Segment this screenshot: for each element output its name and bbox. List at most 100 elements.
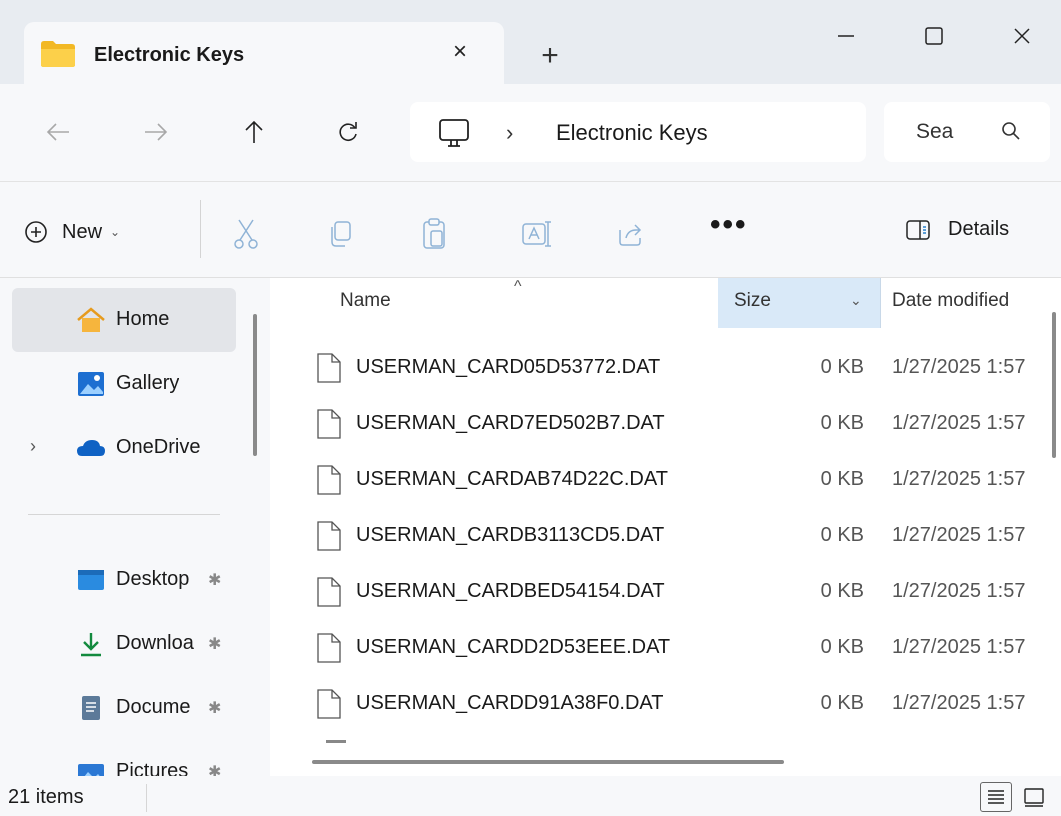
sidebar-item-pictures[interactable]: Pictures ✱: [12, 740, 236, 776]
file-icon: [317, 633, 341, 663]
desktop-icon: [78, 570, 104, 590]
file-name: USERMAN_CARDAB74D22C.DAT: [356, 468, 668, 490]
file-size: 0 KB: [820, 580, 864, 602]
file-date: 1/27/2025 1:57: [892, 692, 1026, 714]
table-row[interactable]: USERMAN_CARDD2D53EEE.DAT 0 KB 1/27/2025 …: [270, 620, 1061, 676]
tab-title: Electronic Keys: [94, 44, 245, 66]
file-icon: [317, 465, 341, 495]
file-size: 0 KB: [820, 692, 864, 714]
file-date: 1/27/2025 1:57: [892, 524, 1026, 546]
vertical-scrollbar[interactable]: [1052, 312, 1056, 458]
file-name: USERMAN_CARD7ED502B7.DAT: [356, 412, 665, 434]
sidebar-item-gallery[interactable]: Gallery: [12, 352, 236, 416]
new-label: New: [62, 220, 103, 243]
table-row[interactable]: USERMAN_CARDBED54154.DAT 0 KB 1/27/2025 …: [270, 564, 1061, 620]
share-icon: [619, 224, 642, 246]
new-tab-button[interactable]: +: [530, 38, 570, 74]
sidebar-item-downloads[interactable]: Downloa ✱: [12, 612, 236, 676]
new-button[interactable]: New ⌄: [24, 212, 120, 252]
tab-close-button[interactable]: ×: [444, 36, 476, 68]
sidebar-item-label: Home: [116, 308, 170, 330]
status-divider: [146, 784, 147, 812]
cut-button[interactable]: [230, 218, 262, 250]
partial-file-icon: [326, 740, 346, 743]
file-name: USERMAN_CARD05D53772.DAT: [356, 356, 661, 378]
address-bar[interactable]: › Electronic Keys: [410, 102, 866, 162]
navigation-pane: Home Gallery › OneDrive Desktop ✱ Downlo…: [0, 278, 270, 776]
breadcrumb-current[interactable]: Electronic Keys: [556, 120, 708, 146]
refresh-button[interactable]: [326, 110, 370, 154]
details-label: Details: [948, 218, 1010, 240]
file-date: 1/27/2025 1:57: [892, 636, 1026, 658]
sidebar-item-label: Desktop: [116, 568, 190, 590]
file-date: 1/27/2025 1:57: [892, 580, 1026, 602]
sidebar-item-documents[interactable]: Docume ✱: [12, 676, 236, 740]
paste-icon: [423, 218, 445, 249]
this-pc-icon: [439, 119, 469, 147]
title-bar: Electronic Keys × +: [0, 0, 1061, 84]
cloud-icon: [77, 440, 105, 456]
command-bar: New ⌄ ••• Details: [0, 182, 1061, 278]
maximize-icon: [925, 27, 943, 45]
document-icon: [82, 696, 100, 720]
forward-button[interactable]: [134, 110, 178, 154]
column-dropdown-icon[interactable]: ⌄: [850, 292, 862, 309]
up-button[interactable]: [232, 110, 276, 154]
back-button[interactable]: [36, 110, 80, 154]
file-size: 0 KB: [820, 356, 864, 378]
paste-button[interactable]: [418, 218, 450, 250]
file-size: 0 KB: [820, 524, 864, 546]
details-button[interactable]: Details: [906, 218, 1009, 241]
chevron-down-icon: ⌄: [110, 225, 121, 239]
file-list: ^ Name Size ⌄ Date modified USERMAN_CARD…: [270, 278, 1061, 776]
sidebar-item-label: OneDrive: [116, 436, 201, 458]
preview-view-icon: [1024, 788, 1044, 807]
minimize-icon: [838, 35, 854, 37]
details-view-button[interactable]: [980, 782, 1012, 812]
copy-icon: [331, 221, 351, 247]
tab-electronic-keys[interactable]: Electronic Keys ×: [24, 22, 504, 84]
rename-icon: [522, 221, 551, 247]
more-options-button[interactable]: •••: [710, 208, 748, 242]
column-header-date[interactable]: Date modified: [892, 290, 1009, 312]
table-row[interactable]: USERMAN_CARDAB74D22C.DAT 0 KB 1/27/2025 …: [270, 452, 1061, 508]
table-row[interactable]: USERMAN_CARDD91A38F0.DAT 0 KB 1/27/2025 …: [270, 676, 1061, 732]
arrow-left-icon: [46, 123, 69, 141]
expand-chevron-icon[interactable]: ›: [30, 436, 36, 457]
sidebar-scrollbar[interactable]: [253, 314, 257, 456]
table-row[interactable]: USERMAN_CARD7ED502B7.DAT 0 KB 1/27/2025 …: [270, 396, 1061, 452]
file-name: USERMAN_CARDD2D53EEE.DAT: [356, 636, 671, 658]
file-date: 1/27/2025 1:57: [892, 412, 1026, 434]
pin-icon: ✱: [208, 572, 222, 589]
file-size: 0 KB: [820, 468, 864, 490]
table-row[interactable]: USERMAN_CARD05D53772.DAT 0 KB 1/27/2025 …: [270, 340, 1061, 396]
sort-ascending-icon: ^: [514, 278, 522, 295]
search-input[interactable]: Sea: [884, 102, 1050, 162]
column-header-name[interactable]: Name: [340, 290, 391, 312]
column-header-size[interactable]: Size: [734, 290, 771, 312]
sidebar-item-desktop[interactable]: Desktop ✱: [12, 548, 236, 612]
pin-icon: ✱: [208, 764, 222, 776]
file-size: 0 KB: [820, 412, 864, 434]
close-window-button[interactable]: [994, 14, 1050, 58]
rename-button[interactable]: [520, 218, 552, 250]
table-row[interactable]: USERMAN_CARDB3113CD5.DAT 0 KB 1/27/2025 …: [270, 508, 1061, 564]
horizontal-scrollbar[interactable]: [312, 760, 784, 764]
tiles-view-button[interactable]: [1018, 782, 1050, 812]
file-name: USERMAN_CARDBED54154.DAT: [356, 580, 665, 602]
file-name: USERMAN_CARDD91A38F0.DAT: [356, 692, 664, 714]
search-placeholder: Sea: [916, 120, 954, 143]
file-date: 1/27/2025 1:57: [892, 356, 1026, 378]
maximize-button[interactable]: [906, 14, 962, 58]
file-icon: [317, 353, 341, 383]
sidebar-item-home[interactable]: Home: [12, 288, 236, 352]
file-size: 0 KB: [820, 636, 864, 658]
download-icon: [81, 633, 101, 657]
minimize-button[interactable]: [818, 14, 874, 58]
sidebar-item-onedrive[interactable]: › OneDrive: [12, 416, 236, 480]
breadcrumb-separator[interactable]: ›: [506, 120, 513, 146]
copy-button[interactable]: [324, 218, 356, 250]
share-button[interactable]: [614, 218, 646, 250]
column-divider[interactable]: [880, 278, 881, 328]
arrow-up-icon: [245, 120, 263, 143]
